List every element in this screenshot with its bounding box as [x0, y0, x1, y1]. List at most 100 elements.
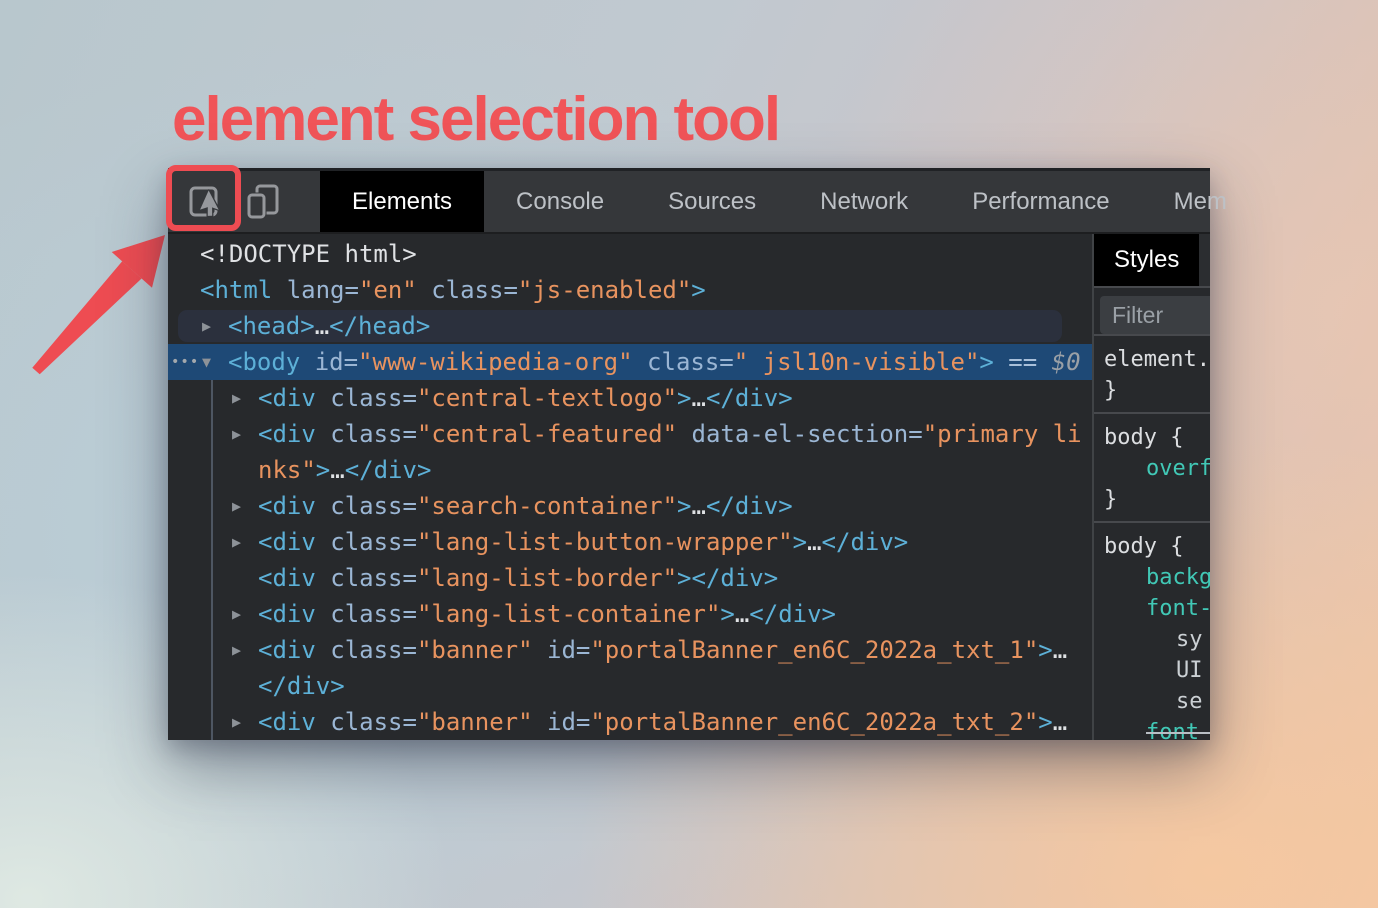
dom-row[interactable]: ▶<div class="lang-list-button-wrapper">…… [168, 524, 1092, 560]
dom-row[interactable]: ▶ <div class="banner" id="portalBanner_en… [168, 632, 1092, 668]
code-token: class= [316, 420, 417, 448]
tab-elements[interactable]: Elements [320, 171, 484, 232]
code-token: ></div> [677, 564, 778, 592]
code-token: "lang-list-border" [417, 564, 677, 592]
code-token: <div [258, 708, 316, 736]
code-token: <html [200, 276, 272, 304]
tab-sources[interactable]: Sources [636, 171, 788, 232]
code-token: … [807, 528, 821, 556]
page-background: element selection tool [0, 0, 1378, 908]
code-token: <div [258, 636, 316, 664]
css-line: se [1104, 686, 1210, 717]
code-token: > [979, 348, 993, 376]
dom-tree: <!DOCTYPE html><html lang="en" class="js… [168, 234, 1092, 740]
css-line: sy [1104, 624, 1210, 655]
styles-filter-row: Filter [1094, 288, 1210, 336]
css-line: overf [1104, 453, 1210, 484]
styles-rules: element.}body {overf}body {backgfont-syU… [1094, 336, 1210, 740]
css-line: body { [1104, 531, 1210, 562]
code-token: class= [633, 348, 734, 376]
code-token: </div> [258, 672, 345, 700]
devtools-toolbar: ElementsConsoleSourcesNetworkPerformance… [168, 168, 1210, 234]
expand-arrow-right-icon[interactable]: ▶ [232, 416, 241, 452]
code-token: "banner" [417, 708, 533, 736]
code-token: "portalBanner_en6C_2022a_txt_2" [590, 708, 1038, 736]
styles-panel: Styles Filter element.}body {overf}body … [1094, 234, 1210, 740]
code-token: <div [258, 600, 316, 628]
code-token: </div> [706, 492, 793, 520]
code-token: "central-textlogo" [417, 384, 677, 412]
annotation-highlight-box [166, 165, 241, 231]
tab-styles[interactable]: Styles [1094, 234, 1199, 286]
dom-row[interactable]: ▶<head>…</head> [168, 308, 1092, 344]
dom-row[interactable]: <div class="lang-list-border"></div> [168, 560, 1092, 596]
dom-row[interactable]: ▶<div class="central-textlogo">…</div> [168, 380, 1092, 416]
code-token: class= [316, 708, 417, 736]
code-token: <head> [228, 312, 315, 340]
expand-arrow-right-icon[interactable]: ▶ [202, 308, 211, 344]
dom-row[interactable]: ▶<div class="lang-list-container">…</div… [168, 596, 1092, 632]
expand-arrow-right-icon[interactable]: ▶ [232, 524, 241, 560]
dom-row[interactable]: </div> [168, 668, 1092, 704]
css-rule: body {overf} [1094, 414, 1210, 523]
dom-row[interactable]: <!DOCTYPE html> [168, 236, 1092, 272]
code-token: nks" [258, 456, 316, 484]
expand-arrow-right-icon[interactable]: ▶ [232, 632, 241, 668]
code-token: data-el-section= [677, 420, 923, 448]
code-token: … [692, 384, 706, 412]
code-token: class= [316, 384, 417, 412]
code-token: … [1053, 636, 1067, 664]
code-token: class= [316, 564, 417, 592]
code-token: … [330, 456, 344, 484]
styles-filter-input[interactable]: Filter [1100, 296, 1210, 334]
code-token: <div [258, 492, 316, 520]
css-rule: element.} [1094, 336, 1210, 414]
code-token: == [994, 348, 1052, 376]
code-token: "portalBanner_en6C_2022a_txt_1" [590, 636, 1038, 664]
expand-arrow-down-icon[interactable]: ▼ [202, 344, 211, 380]
css-line: } [1104, 484, 1210, 515]
annotation-arrow-icon [18, 224, 178, 384]
device-toolbar-button[interactable] [246, 182, 280, 220]
dom-row[interactable]: ▶<div class="banner" id="portalBanner_en… [168, 704, 1092, 740]
tab-performance[interactable]: Performance [940, 171, 1141, 232]
css-line: backg [1104, 562, 1210, 593]
dom-row[interactable]: •••▼<body id="www-wikipedia-org" class="… [168, 344, 1092, 380]
code-token: </head> [329, 312, 430, 340]
css-line: } [1104, 375, 1210, 406]
dom-row[interactable]: nks">…</div> [168, 452, 1092, 488]
code-token: class= [316, 636, 417, 664]
code-token: <div [258, 528, 316, 556]
code-token: > [316, 456, 330, 484]
code-token: </div> [345, 456, 432, 484]
dom-row[interactable]: ▶<div class="search-container">…</div> [168, 488, 1092, 524]
device-toolbar-icon [246, 182, 280, 220]
code-token: id= [533, 636, 591, 664]
code-token: id= [300, 348, 358, 376]
code-token: </div> [706, 384, 793, 412]
css-line: element. [1104, 344, 1210, 375]
tab-mem[interactable]: Mem [1142, 171, 1259, 232]
code-token: "en" [359, 276, 417, 304]
css-rule: body {backgfont-syUIsefont- [1094, 523, 1210, 740]
dom-row[interactable]: <html lang="en" class="js-enabled"> [168, 272, 1092, 308]
devtools-window: ElementsConsoleSourcesNetworkPerformance… [168, 168, 1210, 740]
tab-network[interactable]: Network [788, 171, 940, 232]
code-token: "www-wikipedia-org" [358, 348, 633, 376]
expand-arrow-right-icon[interactable]: ▶ [232, 488, 241, 524]
code-token: > [1038, 636, 1052, 664]
code-token: "banner" [417, 636, 533, 664]
annotation-title: element selection tool [172, 84, 779, 155]
code-token: > [677, 384, 691, 412]
code-token: "central-featured" [417, 420, 677, 448]
code-token: $0 [1052, 348, 1081, 376]
overflow-dots-icon[interactable]: ••• [171, 344, 199, 380]
expand-arrow-right-icon[interactable]: ▶ [232, 704, 241, 740]
code-token: … [1053, 708, 1067, 736]
code-token: class= [417, 276, 518, 304]
expand-arrow-right-icon[interactable]: ▶ [232, 596, 241, 632]
dom-row[interactable]: ▶<div class="central-featured" data-el-s… [168, 416, 1092, 452]
expand-arrow-right-icon[interactable]: ▶ [232, 380, 241, 416]
tab-console[interactable]: Console [484, 171, 636, 232]
code-token: > [1038, 708, 1052, 736]
